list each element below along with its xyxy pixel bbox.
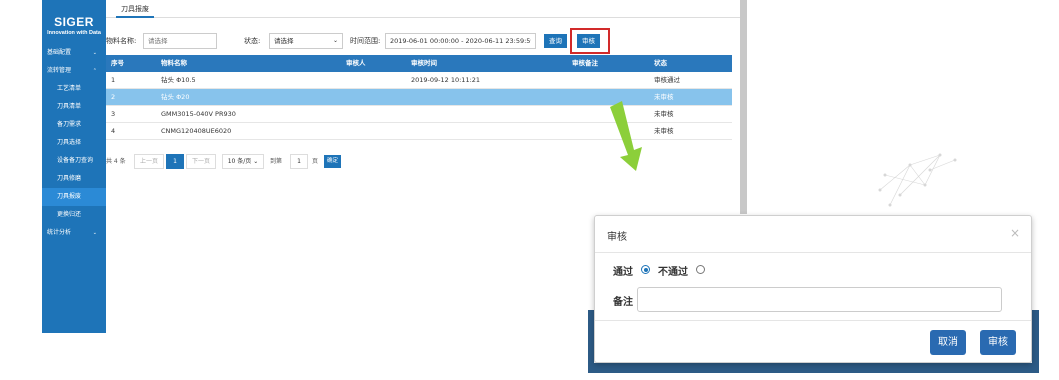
filter-bar: 物料名称: 状态: 请选择 ⌄ 时间范围: 查询 审核 [106, 33, 740, 49]
logo-title: SIGER [54, 15, 94, 29]
col-audit-time: 审核时间 [411, 59, 437, 67]
total-count: 共 4 条 [106, 158, 126, 165]
sidebar-item-label: 刀具选择 [57, 139, 82, 146]
col-status: 状态 [654, 59, 667, 67]
sidebar-item-tool-regrind[interactable]: 刀具修磨 [42, 170, 106, 188]
cell-index: 4 [111, 127, 116, 135]
next-page-button[interactable]: 下一页 [186, 154, 216, 169]
goto-input[interactable]: 1 [290, 154, 308, 169]
table-row[interactable]: 1 钻头 Φ10.5 2019-09-12 10:11:21 审核通过 [106, 72, 732, 89]
table-header: 序号 物料名称 审核人 审核时间 审核备注 状态 [106, 55, 732, 72]
material-label: 物料名称: [106, 37, 137, 45]
network-graphic-icon [878, 153, 957, 207]
chevron-down-icon: ⌄ [253, 158, 259, 165]
logo-subtitle: Innovation with Data [47, 30, 101, 36]
fail-radio[interactable] [696, 265, 705, 274]
cell-index: 1 [111, 76, 116, 84]
sidebar-item-basic-config[interactable]: 基础配置 ⌄ [42, 44, 106, 62]
sidebar-item-statistics[interactable]: 统计分析 ⌄ [42, 224, 106, 242]
col-audit-remark: 审核备注 [572, 59, 598, 67]
cancel-button[interactable]: 取消 [930, 330, 966, 355]
cell-status: 审核通过 [654, 76, 680, 84]
submit-audit-button[interactable]: 审核 [980, 330, 1016, 355]
sidebar-item-label: 刀具修磨 [57, 175, 82, 182]
material-input[interactable] [143, 33, 217, 49]
page-1-button[interactable]: 1 [166, 154, 184, 169]
per-page-select[interactable]: 10 条/页 ⌄ [222, 154, 264, 169]
sidebar-item-label: 统计分析 [47, 229, 72, 236]
chevron-down-icon: ⌄ [92, 50, 97, 56]
per-page-value: 10 条/页 [227, 158, 252, 165]
dialog-title: 审核 [607, 232, 627, 243]
chevron-up-icon: ⌃ [92, 68, 97, 74]
sidebar-item-label: 备刀需求 [57, 121, 82, 128]
status-select-value: 请选择 [274, 37, 294, 45]
sidebar-item-device-tool-query[interactable]: 设备备刀查询 [42, 152, 106, 170]
sidebar-item-label: 基础配置 [47, 49, 72, 56]
prev-page-button[interactable]: 上一页 [134, 154, 164, 169]
time-range-input[interactable] [385, 33, 536, 49]
sidebar: SIGER Innovation with Data 基础配置 ⌄ 流转管理 ⌃… [42, 0, 106, 333]
tab-tool-scrap[interactable]: 刀具报废 [116, 2, 154, 18]
sidebar-item-label: 刀具清单 [57, 103, 82, 110]
col-auditor: 审核人 [346, 59, 366, 67]
chevron-down-icon: ⌄ [92, 230, 97, 236]
sidebar-item-tool-scrap[interactable]: 刀具报废 [42, 188, 106, 206]
dialog-header: 审核 × [595, 216, 1031, 253]
time-range-label: 时间范围: [350, 37, 381, 45]
pagination: 共 4 条 上一页 1 下一页 10 条/页 ⌄ 到第 1 页 确定 [106, 154, 506, 170]
sidebar-item-label: 工艺清单 [57, 85, 82, 92]
status-label: 状态: [244, 37, 261, 45]
goto-confirm-button[interactable]: 确定 [324, 155, 342, 168]
modal-backdrop [1032, 310, 1039, 370]
modal-backdrop [588, 363, 1039, 373]
sidebar-item-replace-return[interactable]: 更换归还 [42, 206, 106, 224]
audit-dialog: 审核 × 通过 不通过 备注 取消 审核 [594, 215, 1032, 363]
remark-label: 备注 [613, 297, 633, 308]
tab-bar: 刀具报废 [106, 0, 740, 18]
chevron-down-icon: ⌄ [332, 37, 338, 44]
pass-radio[interactable] [641, 265, 650, 274]
sidebar-item-label: 更换归还 [57, 211, 82, 218]
pass-label: 通过 [613, 267, 633, 278]
query-button[interactable]: 查询 [544, 34, 567, 48]
cell-material: 钻头 Φ10.5 [161, 76, 196, 84]
pointer-arrow-decoration [610, 101, 957, 207]
audit-button-highlight [570, 28, 610, 54]
sidebar-item-tool-list[interactable]: 刀具清单 [42, 98, 106, 116]
cell-audit-time: 2019-09-12 10:11:21 [411, 76, 481, 84]
cell-material: 钻头 Φ20 [161, 93, 190, 101]
green-arrow-icon [610, 101, 642, 171]
logo: SIGER Innovation with Data [42, 0, 106, 44]
close-icon[interactable]: × [1010, 226, 1020, 240]
sidebar-item-label: 刀具报废 [57, 193, 82, 200]
col-index: 序号 [111, 59, 124, 67]
dialog-body: 通过 不通过 备注 [595, 253, 1031, 321]
goto-label: 到第 [270, 158, 283, 165]
cell-material: GMM3015-040V PR930 [161, 110, 236, 118]
page-unit-label: 页 [312, 158, 319, 165]
cell-material: CNMG120408UE6020 [161, 127, 232, 135]
sidebar-item-flow-management[interactable]: 流转管理 ⌃ [42, 62, 106, 80]
col-material: 物料名称 [161, 59, 187, 67]
fail-label: 不通过 [658, 267, 688, 278]
status-select[interactable]: 请选择 ⌄ [269, 33, 343, 49]
sidebar-item-label: 流转管理 [47, 67, 72, 74]
cell-index: 2 [111, 93, 116, 101]
cell-index: 3 [111, 110, 116, 118]
sidebar-item-tool-select[interactable]: 刀具选择 [42, 134, 106, 152]
sidebar-item-label: 设备备刀查询 [57, 157, 94, 164]
remark-input[interactable] [637, 287, 1002, 312]
sidebar-item-tool-demand[interactable]: 备刀需求 [42, 116, 106, 134]
sidebar-item-process-list[interactable]: 工艺清单 [42, 80, 106, 98]
